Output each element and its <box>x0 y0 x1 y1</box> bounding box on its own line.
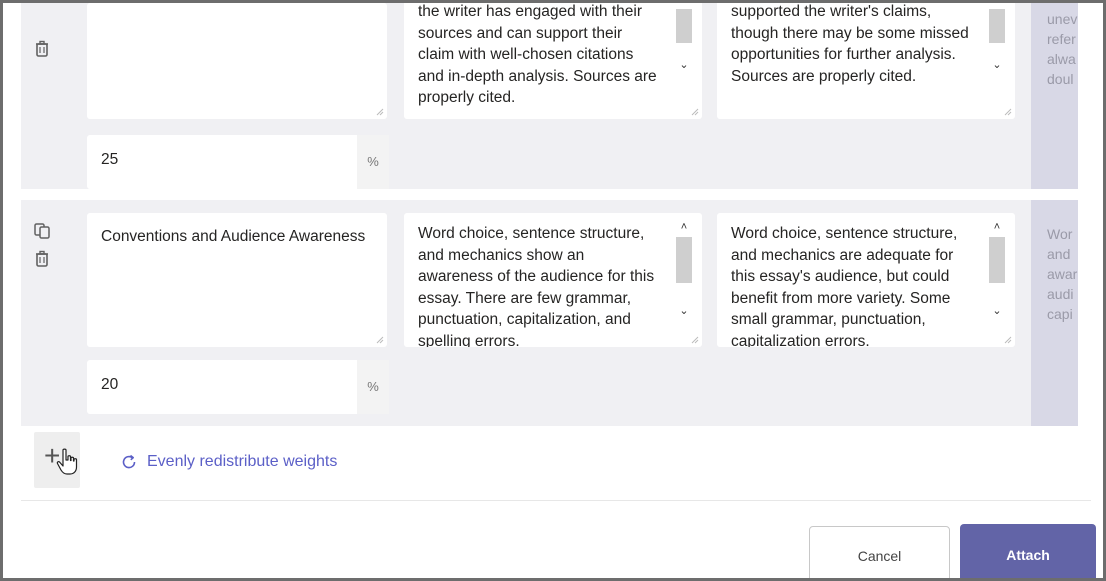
resize-grip-icon[interactable] <box>374 106 384 116</box>
add-criterion-button[interactable]: + <box>34 432 80 488</box>
attach-button-label: Attach <box>1006 547 1050 563</box>
weight-value: 20 <box>101 376 119 393</box>
row-actions <box>33 222 63 268</box>
scrollbar[interactable]: ⌄ <box>676 3 692 109</box>
scroll-down-icon[interactable]: ⌄ <box>989 305 1005 317</box>
resize-grip-icon[interactable] <box>374 334 384 344</box>
level-description: supported the writer's claims, though th… <box>731 3 969 85</box>
criterion-name: Conventions and Audience Awareness <box>101 228 366 245</box>
level-description: the writer has engaged with their source… <box>418 3 657 106</box>
duplicate-icon[interactable] <box>33 222 51 240</box>
scrollbar[interactable]: ⌄ <box>989 3 1005 109</box>
refresh-icon <box>122 454 136 469</box>
level-description-partial[interactable]: unev refer alwa doul <box>1031 3 1078 189</box>
footer-divider <box>21 500 1091 501</box>
level-description-input[interactable]: supported the writer's claims, though th… <box>717 3 1015 119</box>
level-description: Word choice, sentence structure, and mec… <box>731 225 958 347</box>
delete-icon[interactable] <box>33 250 51 268</box>
level-description-partial[interactable]: Wor and awar audi capi <box>1031 200 1078 426</box>
scroll-down-icon[interactable]: ⌄ <box>989 59 1005 71</box>
weight-input[interactable]: 20 % <box>87 360 389 414</box>
weight-unit: % <box>357 360 389 414</box>
scroll-up-icon[interactable]: ˄ <box>676 221 692 233</box>
cancel-button[interactable]: Cancel <box>809 526 950 578</box>
resize-grip-icon[interactable] <box>1002 334 1012 344</box>
delete-icon[interactable] <box>33 40 51 58</box>
level-description-partial-text: Wor and awar audi capi <box>1047 226 1078 322</box>
resize-grip-icon[interactable] <box>689 334 699 344</box>
row-divider <box>21 189 1078 200</box>
criterion-name-input[interactable]: Conventions and Audience Awareness <box>87 213 387 347</box>
level-description-input[interactable]: the writer has engaged with their source… <box>404 3 702 119</box>
resize-grip-icon[interactable] <box>689 106 699 116</box>
criterion-row: the writer has engaged with their source… <box>21 3 1078 189</box>
cancel-button-label: Cancel <box>857 548 902 564</box>
weight-unit: % <box>357 135 389 189</box>
criterion-name-input[interactable] <box>87 3 387 119</box>
weight-value: 25 <box>101 151 119 168</box>
rubric-editor: the writer has engaged with their source… <box>0 0 1106 581</box>
scroll-down-icon[interactable]: ⌄ <box>676 305 692 317</box>
level-description-partial-text: unev refer alwa doul <box>1047 11 1078 87</box>
level-description-input[interactable]: Word choice, sentence structure, and mec… <box>717 213 1015 347</box>
scrollbar[interactable]: ˄ ⌄ <box>676 221 692 337</box>
redistribute-weights-button[interactable]: Evenly redistribute weights <box>121 453 337 471</box>
resize-grip-icon[interactable] <box>1002 106 1012 116</box>
criterion-row: Conventions and Audience Awareness Word … <box>21 200 1078 426</box>
attach-button[interactable]: Attach <box>960 524 1096 578</box>
scroll-up-icon[interactable]: ˄ <box>989 221 1005 233</box>
weight-input[interactable]: 25 % <box>87 135 389 189</box>
scroll-down-icon[interactable]: ⌄ <box>676 59 692 71</box>
hand-cursor-icon <box>56 448 78 475</box>
level-description: Word choice, sentence structure, and mec… <box>418 225 655 347</box>
scrollbar[interactable]: ˄ ⌄ <box>989 221 1005 337</box>
redistribute-weights-label: Evenly redistribute weights <box>147 453 338 470</box>
level-description-input[interactable]: Word choice, sentence structure, and mec… <box>404 213 702 347</box>
row-actions <box>33 40 63 58</box>
